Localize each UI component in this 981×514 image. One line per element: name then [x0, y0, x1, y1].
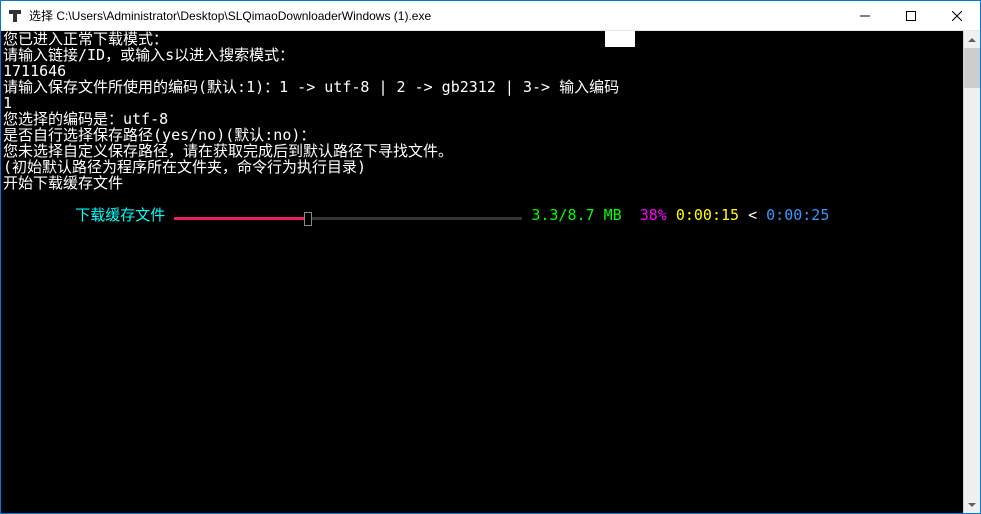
- output-line: 1: [3, 95, 978, 111]
- output-line: 是否自行选择保存路径(yes/no)(默认:no)：: [3, 127, 978, 143]
- close-button[interactable]: [934, 1, 980, 30]
- minimize-button[interactable]: [842, 1, 888, 30]
- progress-remaining: 0:00:25: [766, 206, 829, 224]
- titlebar: 选择 C:\Users\Administrator\Desktop\SLQima…: [1, 1, 980, 31]
- terminal[interactable]: 您已进入正常下载模式： 请输入链接/ID，或输入s以进入搜索模式： 171164…: [1, 31, 980, 513]
- window-title: 选择 C:\Users\Administrator\Desktop\SLQima…: [29, 7, 431, 24]
- output-line: 请输入链接/ID，或输入s以进入搜索模式：: [3, 47, 978, 63]
- vertical-scrollbar[interactable]: [963, 31, 980, 513]
- progress-size: 3.3/8.7 MB: [522, 206, 630, 224]
- progress-line: 下载缓存文件 3.3/8.7 MB 38% 0:00:15 < 0:00:25: [3, 191, 978, 242]
- window-controls: [842, 1, 980, 30]
- output-line: 您未选择自定义保存路径，请在获取完成后到默认路径下寻找文件。: [3, 143, 978, 159]
- output-line: 1711646: [3, 63, 978, 79]
- progress-label: 下载缓存文件: [75, 206, 174, 224]
- app-icon: [7, 8, 23, 24]
- output-line: 开始下载缓存文件: [3, 175, 978, 191]
- progress-percent: 38%: [631, 206, 676, 224]
- scroll-thumb[interactable]: [964, 48, 980, 88]
- progress-elapsed: 0:00:15: [676, 206, 739, 224]
- progress-separator: <: [739, 206, 766, 224]
- maximize-button[interactable]: [888, 1, 934, 30]
- progress-bar-marker: [304, 212, 312, 226]
- output-line: 您选择的编码是：utf-8: [3, 111, 978, 127]
- output-line: 请输入保存文件所使用的编码(默认:1)：1 -> utf-8 | 2 -> gb…: [3, 79, 978, 95]
- output-line: 您已进入正常下载模式：: [3, 31, 978, 47]
- scroll-up-button[interactable]: [964, 31, 980, 48]
- terminal-content: 您已进入正常下载模式： 请输入链接/ID，或输入s以进入搜索模式： 171164…: [1, 31, 980, 242]
- scroll-track[interactable]: [964, 48, 980, 496]
- app-window: 选择 C:\Users\Administrator\Desktop\SLQima…: [0, 0, 981, 514]
- progress-bar: [174, 212, 522, 226]
- scroll-down-button[interactable]: [964, 496, 980, 513]
- text-selection: [605, 31, 635, 47]
- progress-bar-filled: [174, 217, 304, 220]
- titlebar-left: 选择 C:\Users\Administrator\Desktop\SLQima…: [1, 7, 431, 24]
- output-line: (初始默认路径为程序所在文件夹，命令行为执行目录): [3, 159, 978, 175]
- progress-bar-empty: [312, 217, 522, 220]
